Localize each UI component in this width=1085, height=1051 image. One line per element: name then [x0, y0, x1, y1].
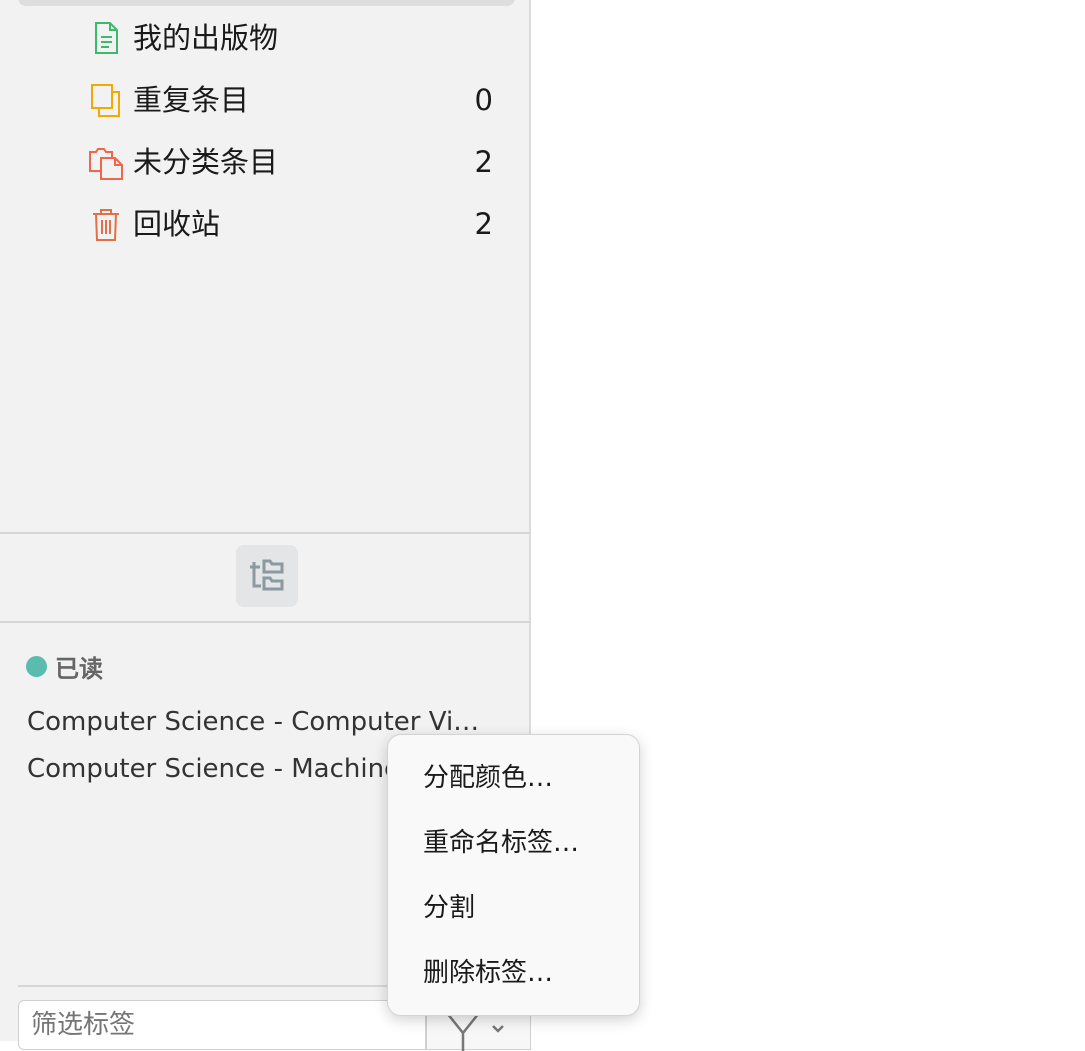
collection-unfiled[interactable]: 未分类条目 2 [0, 134, 531, 192]
tag-context-menu: 分配颜色… 重命名标签… 分割 删除标签… [387, 734, 640, 1016]
trash-icon [93, 209, 119, 241]
collection-label: 重复条目 [133, 83, 250, 117]
colored-tag-label: 已读 [55, 654, 103, 683]
collection-my-publications[interactable]: 我的出版物 [0, 10, 531, 68]
menu-split[interactable]: 分割 [423, 891, 475, 925]
unfiled-icon [89, 148, 123, 180]
collection-duplicates[interactable]: 重复条目 0 [0, 72, 531, 130]
collection-label: 回收站 [133, 207, 221, 241]
pane-divider[interactable] [0, 532, 531, 534]
menu-rename-tag[interactable]: 重命名标签… [423, 826, 579, 860]
tag-pane-divider [0, 621, 531, 623]
tag-color-dot [26, 655, 47, 677]
collection-count: 0 [474, 83, 493, 117]
duplicates-icon [91, 84, 120, 117]
menu-delete-tag[interactable]: 删除标签… [423, 956, 553, 990]
filter-icon [446, 1012, 504, 1051]
tree-icon [250, 559, 284, 591]
menu-assign-color[interactable]: 分配颜色… [423, 761, 553, 795]
collection-count: 2 [474, 207, 493, 241]
colored-tag[interactable]: 已读 [26, 650, 103, 683]
collapse-tree-button[interactable] [236, 545, 298, 607]
tag-filter-input[interactable] [18, 1000, 426, 1050]
publications-icon [95, 22, 118, 54]
collection-label: 我的出版物 [133, 21, 279, 55]
collection-count: 2 [474, 145, 493, 179]
selected-collection-row[interactable] [18, 0, 515, 6]
collection-trash[interactable]: 回收站 2 [0, 196, 531, 254]
collection-label: 未分类条目 [133, 145, 279, 179]
